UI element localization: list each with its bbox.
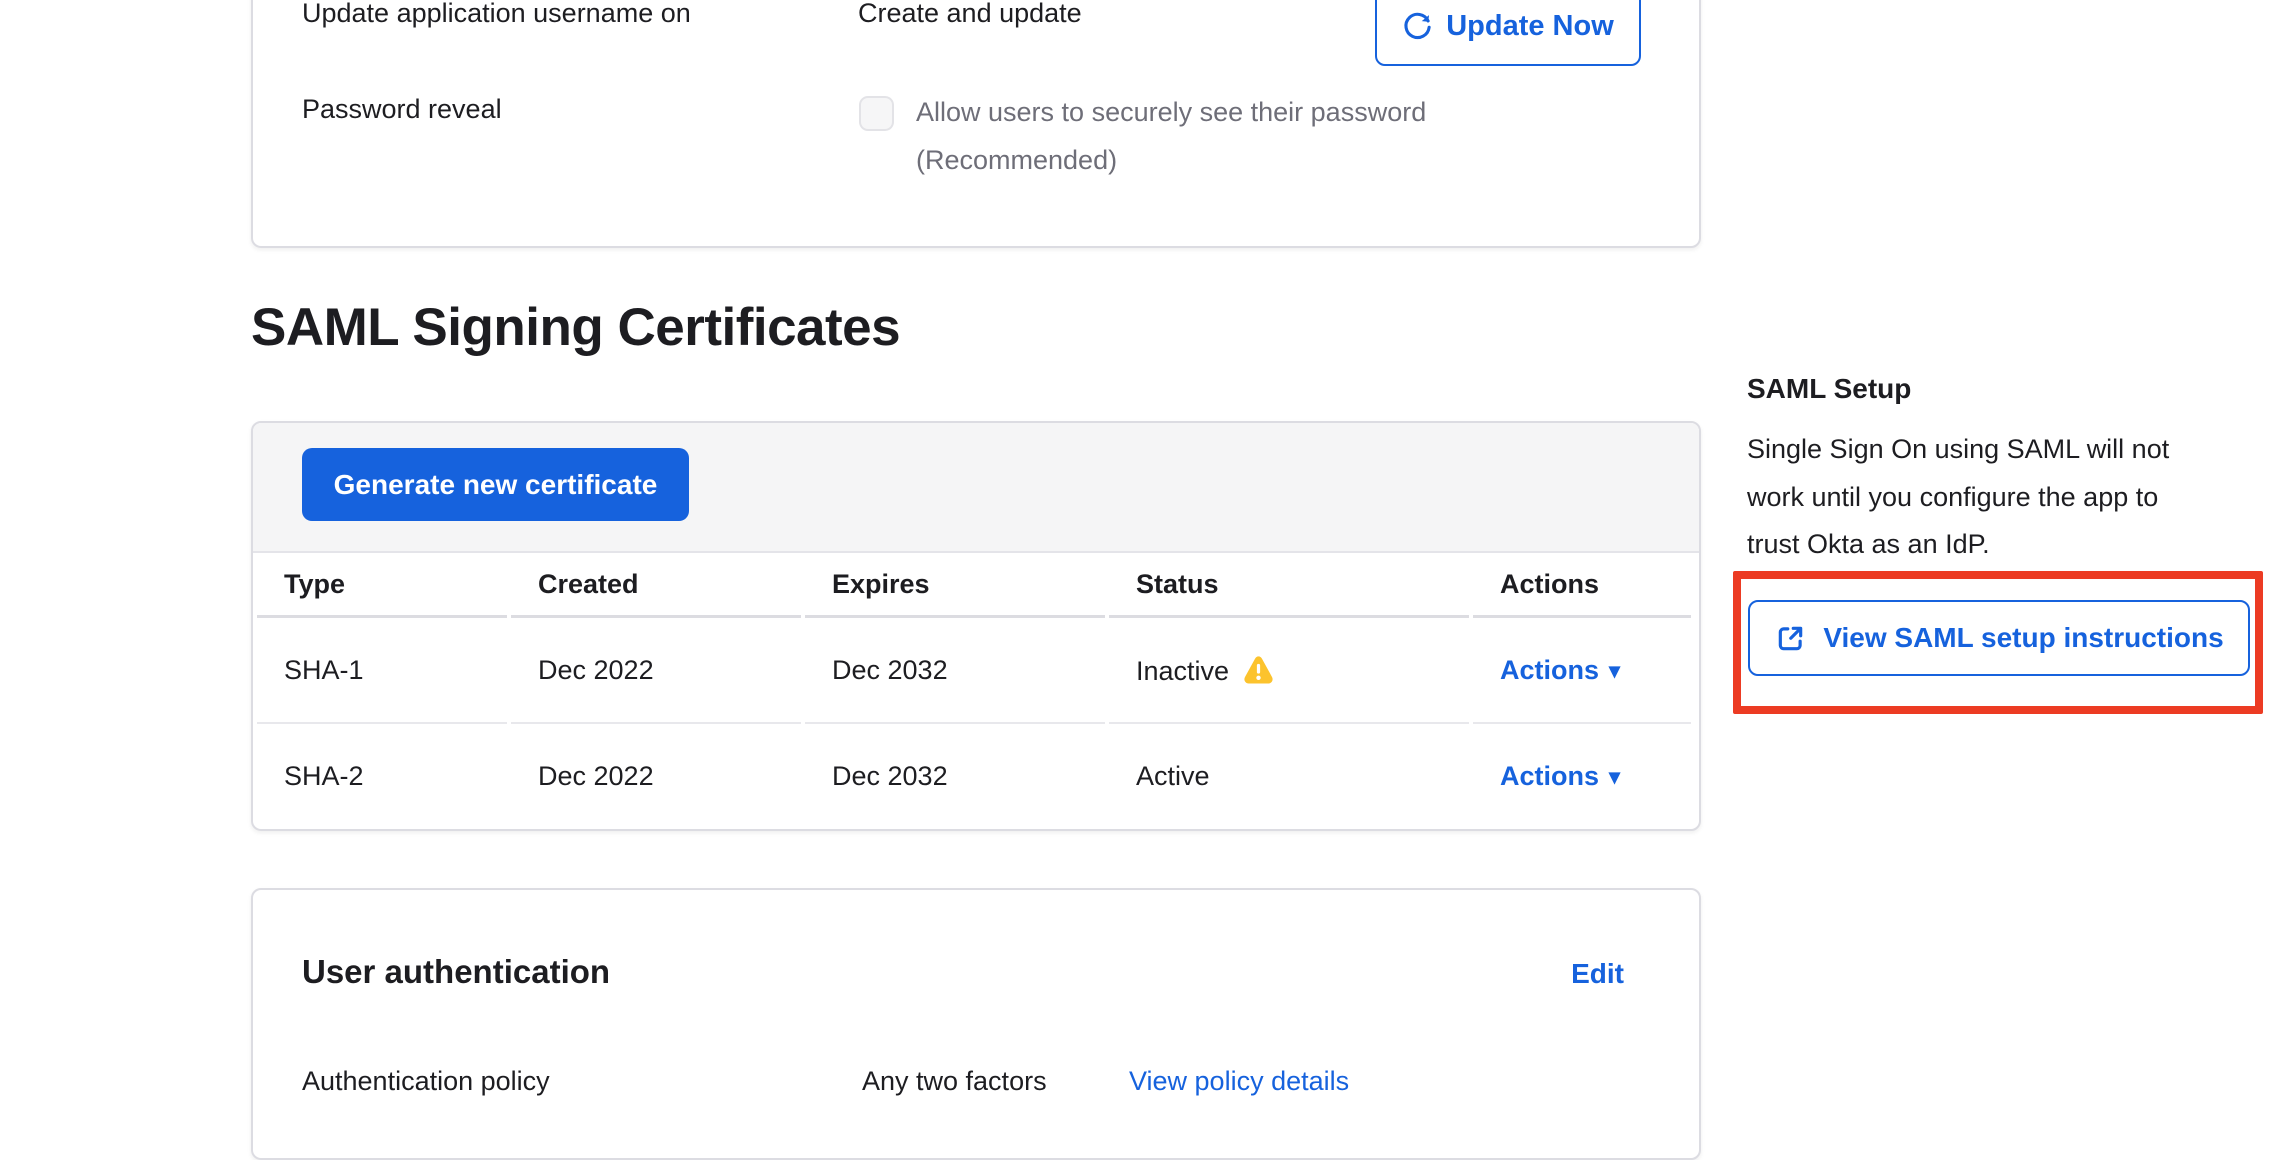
status-text: Active (1136, 761, 1210, 791)
saml-signing-certificates-heading: SAML Signing Certificates (251, 296, 900, 360)
provisioning-settings-card: Update application username on Create an… (251, 0, 1701, 248)
cell-type: SHA-1 (257, 618, 507, 724)
generate-certificate-button[interactable]: Generate new certificate (302, 448, 689, 521)
cell-actions: Actions ▾ (1473, 618, 1691, 724)
certificates-panel: Generate new certificate Type Created Ex… (251, 421, 1701, 831)
view-policy-details-link[interactable]: View policy details (1129, 1066, 1349, 1097)
cell-created: Dec 2022 (511, 724, 801, 828)
cell-actions: Actions ▾ (1473, 724, 1691, 828)
update-username-value: Create and update (858, 0, 1082, 29)
table-row: SHA-2 Dec 2022 Dec 2032 Active Actions ▾ (257, 724, 1691, 828)
edit-link[interactable]: Edit (1571, 958, 1624, 990)
password-reveal-checkbox[interactable] (859, 96, 894, 131)
col-header-actions: Actions (1473, 553, 1691, 618)
actions-label: Actions (1500, 761, 1599, 792)
cell-type: SHA-2 (257, 724, 507, 828)
cell-status: Active (1109, 724, 1469, 828)
warning-icon (1243, 654, 1274, 685)
view-saml-setup-label: View SAML setup instructions (1823, 622, 2223, 654)
status-text: Inactive (1136, 656, 1229, 686)
actions-label: Actions (1500, 655, 1599, 686)
col-header-created: Created (511, 553, 801, 618)
password-reveal-label: Password reveal (302, 94, 502, 125)
table-header-row: Type Created Expires Status Actions (257, 553, 1691, 618)
update-username-label: Update application username on (302, 0, 691, 29)
update-now-label: Update Now (1446, 10, 1614, 43)
cell-status: Inactive (1109, 618, 1469, 724)
cell-expires: Dec 2032 (805, 724, 1105, 828)
table-row: SHA-1 Dec 2022 Dec 2032 Inactive Actions (257, 618, 1691, 724)
row-actions-menu[interactable]: Actions ▾ (1500, 761, 1620, 792)
external-link-icon (1774, 622, 1807, 655)
user-authentication-heading: User authentication (302, 952, 610, 992)
col-header-type: Type (257, 553, 507, 618)
password-reveal-checkbox-text: Allow users to securely see their passwo… (916, 88, 1536, 184)
saml-setup-heading: SAML Setup (1747, 372, 1911, 406)
caret-down-icon: ▾ (1609, 660, 1620, 682)
saml-setup-description: Single Sign On using SAML will not work … (1747, 426, 2217, 569)
col-header-status: Status (1109, 553, 1469, 618)
certificates-toolbar: Generate new certificate (253, 423, 1699, 553)
authentication-policy-label: Authentication policy (302, 1066, 550, 1097)
cell-expires: Dec 2032 (805, 618, 1105, 724)
update-now-button[interactable]: Update Now (1375, 0, 1641, 66)
cell-created: Dec 2022 (511, 618, 801, 724)
authentication-policy-value: Any two factors (862, 1066, 1047, 1097)
user-authentication-card: User authentication Edit Authentication … (251, 888, 1701, 1160)
col-header-expires: Expires (805, 553, 1105, 618)
view-saml-setup-instructions-button[interactable]: View SAML setup instructions (1748, 600, 2250, 676)
refresh-icon (1402, 11, 1433, 42)
row-actions-menu[interactable]: Actions ▾ (1500, 655, 1620, 686)
certificates-table: Type Created Expires Status Actions SHA-… (253, 553, 1695, 828)
caret-down-icon: ▾ (1609, 766, 1620, 788)
